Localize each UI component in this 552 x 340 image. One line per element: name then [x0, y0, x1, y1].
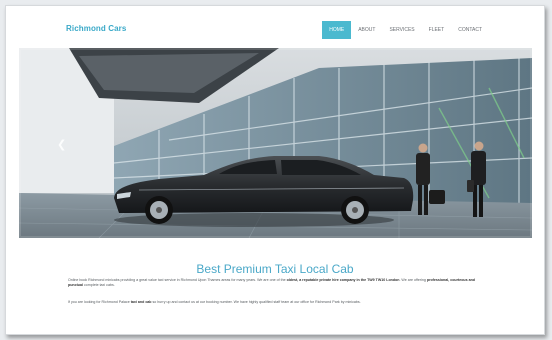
booking-paragraph: If you are looking for Richmond Palace t… — [68, 300, 361, 304]
nav-fleet[interactable]: FLEET — [422, 21, 452, 39]
brand-logo[interactable]: Richmond Cars — [66, 24, 126, 33]
chevron-left-icon[interactable]: ❮ — [57, 138, 66, 151]
intro-paragraph: Online book Richmond minicabs providing … — [68, 278, 475, 287]
nav-services[interactable]: SERVICES — [382, 21, 421, 39]
site-header: Richmond Cars HOME ABOUT SERVICES FLEET … — [6, 6, 544, 50]
nav-about[interactable]: ABOUT — [351, 21, 382, 39]
browser-frame: Richmond Cars HOME ABOUT SERVICES FLEET … — [5, 5, 545, 335]
main-nav: HOME ABOUT SERVICES FLEET CONTACT — [322, 21, 489, 39]
hero-image — [19, 48, 532, 238]
nav-contact[interactable]: CONTACT — [451, 21, 489, 39]
page-title: Best Premium Taxi Local Cab — [196, 262, 354, 276]
hero-slider[interactable]: ❮ — [19, 48, 532, 238]
nav-home[interactable]: HOME — [322, 21, 352, 39]
